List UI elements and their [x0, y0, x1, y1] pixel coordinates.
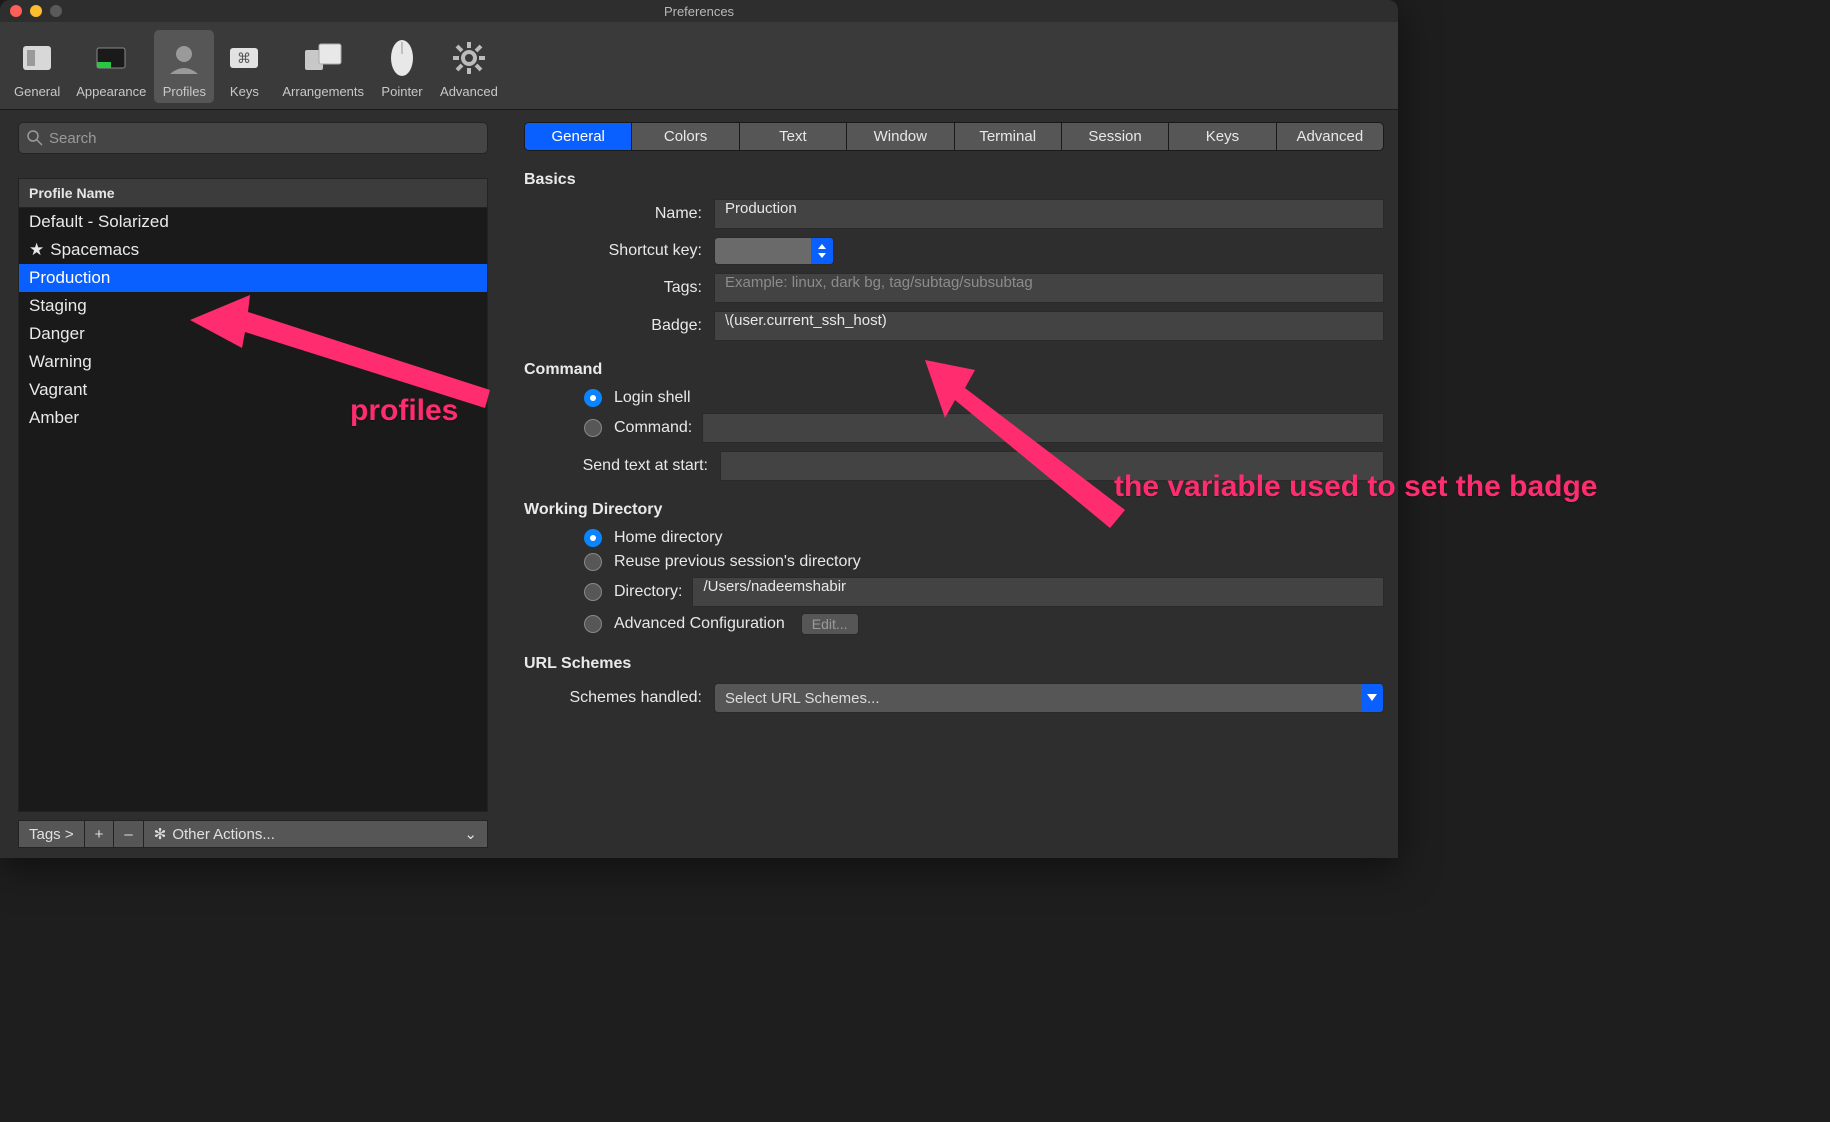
tags-label: Tags: [524, 279, 714, 297]
window-controls [10, 5, 62, 17]
name-label: Name: [524, 205, 714, 223]
other-actions-label: Other Actions... [172, 826, 275, 843]
profiles-icon [162, 36, 206, 80]
tab-general[interactable]: General [525, 123, 632, 150]
schemes-label: Schemes handled: [524, 689, 714, 707]
toolbar-general[interactable]: General [6, 30, 68, 103]
tags-input[interactable]: Example: linux, dark bg, tag/subtag/subs… [714, 273, 1384, 303]
toolbar-pointer[interactable]: Pointer [372, 30, 432, 103]
badge-label: Badge: [524, 317, 714, 335]
toolbar-appearance[interactable]: Appearance [68, 30, 154, 103]
command-label: Command: [614, 419, 692, 437]
advanced-config-radio[interactable] [584, 615, 602, 633]
profile-label: Warning [29, 352, 92, 372]
shortcut-select[interactable] [714, 237, 834, 265]
gear-icon [447, 36, 491, 80]
login-shell-label: Login shell [614, 389, 691, 407]
command-radio[interactable] [584, 419, 602, 437]
profile-item[interactable]: Default - Solarized [19, 208, 487, 236]
tab-keys[interactable]: Keys [1169, 123, 1276, 150]
zoom-icon[interactable] [50, 5, 62, 17]
toolbar-profiles[interactable]: Profiles [154, 30, 214, 103]
annotation-badge: the variable used to set the badge [1114, 468, 1597, 506]
chevron-down-icon: ⌄ [464, 825, 477, 843]
tab-window[interactable]: Window [847, 123, 954, 150]
toolbar-advanced[interactable]: Advanced [432, 30, 506, 103]
star-icon: ★ [29, 240, 44, 260]
gear-icon: ✻ [154, 825, 167, 843]
directory-radio[interactable] [584, 583, 602, 601]
svg-text:⌘: ⌘ [237, 50, 251, 66]
pointer-icon [380, 36, 424, 80]
toolbar-label: Arrangements [282, 84, 364, 99]
remove-profile-button[interactable]: – [114, 820, 143, 848]
toolbar-label: Appearance [76, 84, 146, 99]
toolbar-arrangements[interactable]: Arrangements [274, 30, 372, 103]
profile-tabs: General Colors Text Window Terminal Sess… [524, 122, 1384, 151]
name-input[interactable]: Production [714, 199, 1384, 229]
stepper-icon [811, 238, 833, 264]
tab-session[interactable]: Session [1062, 123, 1169, 150]
directory-label: Directory: [614, 583, 682, 601]
minimize-icon[interactable] [30, 5, 42, 17]
url-schemes-select[interactable]: Select URL Schemes... [714, 683, 1384, 713]
profile-label: Amber [29, 408, 79, 428]
toolbar-label: Profiles [163, 84, 206, 99]
profile-label: Spacemacs [50, 240, 139, 260]
home-dir-label: Home directory [614, 529, 722, 547]
other-actions-button[interactable]: ✻ Other Actions... ⌄ [144, 820, 488, 848]
tab-terminal[interactable]: Terminal [955, 123, 1062, 150]
profile-list-buttons: Tags > + – ✻ Other Actions... ⌄ [18, 820, 488, 848]
annotation-profiles: profiles [350, 394, 458, 428]
edit-button[interactable]: Edit... [801, 613, 859, 635]
toolbar-label: Advanced [440, 84, 498, 99]
annotation-arrow-badge [915, 360, 1135, 530]
tab-colors[interactable]: Colors [632, 123, 739, 150]
reuse-dir-radio[interactable] [584, 553, 602, 571]
login-shell-radio[interactable] [584, 389, 602, 407]
profile-label: Production [29, 268, 110, 288]
toolbar-label: Keys [230, 84, 259, 99]
general-icon [15, 36, 59, 80]
profile-label: Vagrant [29, 380, 87, 400]
close-icon[interactable] [10, 5, 22, 17]
url-schemes-value: Select URL Schemes... [725, 690, 880, 707]
profile-item[interactable]: ★ Spacemacs [19, 236, 487, 264]
advanced-config-label: Advanced Configuration [614, 615, 785, 633]
section-basics-title: Basics [524, 171, 1384, 189]
badge-input[interactable]: \(user.current_ssh_host) [714, 311, 1384, 341]
profile-label: Staging [29, 296, 87, 316]
chevron-down-icon [1361, 684, 1383, 712]
profile-item-selected[interactable]: Production [19, 264, 487, 292]
tab-advanced[interactable]: Advanced [1277, 123, 1383, 150]
sidebar: Search Profile Name Default - Solarized … [0, 110, 498, 858]
send-text-label: Send text at start: [524, 457, 720, 475]
section-url-title: URL Schemes [524, 655, 1384, 673]
profile-list-header[interactable]: Profile Name [18, 178, 488, 207]
toolbar-keys[interactable]: ⌘ Keys [214, 30, 274, 103]
window-title: Preferences [664, 4, 734, 19]
profile-label: Default - Solarized [29, 212, 169, 232]
tags-button[interactable]: Tags > [18, 820, 85, 848]
search-input[interactable]: Search [18, 122, 488, 154]
profile-label: Danger [29, 324, 85, 344]
arrangements-icon [301, 36, 345, 80]
keys-icon: ⌘ [222, 36, 266, 80]
shortcut-label: Shortcut key: [524, 242, 714, 260]
add-profile-button[interactable]: + [85, 820, 115, 848]
tab-text[interactable]: Text [740, 123, 847, 150]
directory-input[interactable]: /Users/nadeemshabir [692, 577, 1384, 607]
titlebar: Preferences [0, 0, 1398, 22]
reuse-dir-label: Reuse previous session's directory [614, 553, 861, 571]
toolbar: General Appearance Profiles ⌘ Keys Arran… [0, 22, 1398, 110]
search-icon [27, 130, 43, 146]
search-placeholder: Search [49, 130, 97, 147]
toolbar-label: General [14, 84, 60, 99]
home-dir-radio[interactable] [584, 529, 602, 547]
appearance-icon [89, 36, 133, 80]
toolbar-label: Pointer [381, 84, 422, 99]
